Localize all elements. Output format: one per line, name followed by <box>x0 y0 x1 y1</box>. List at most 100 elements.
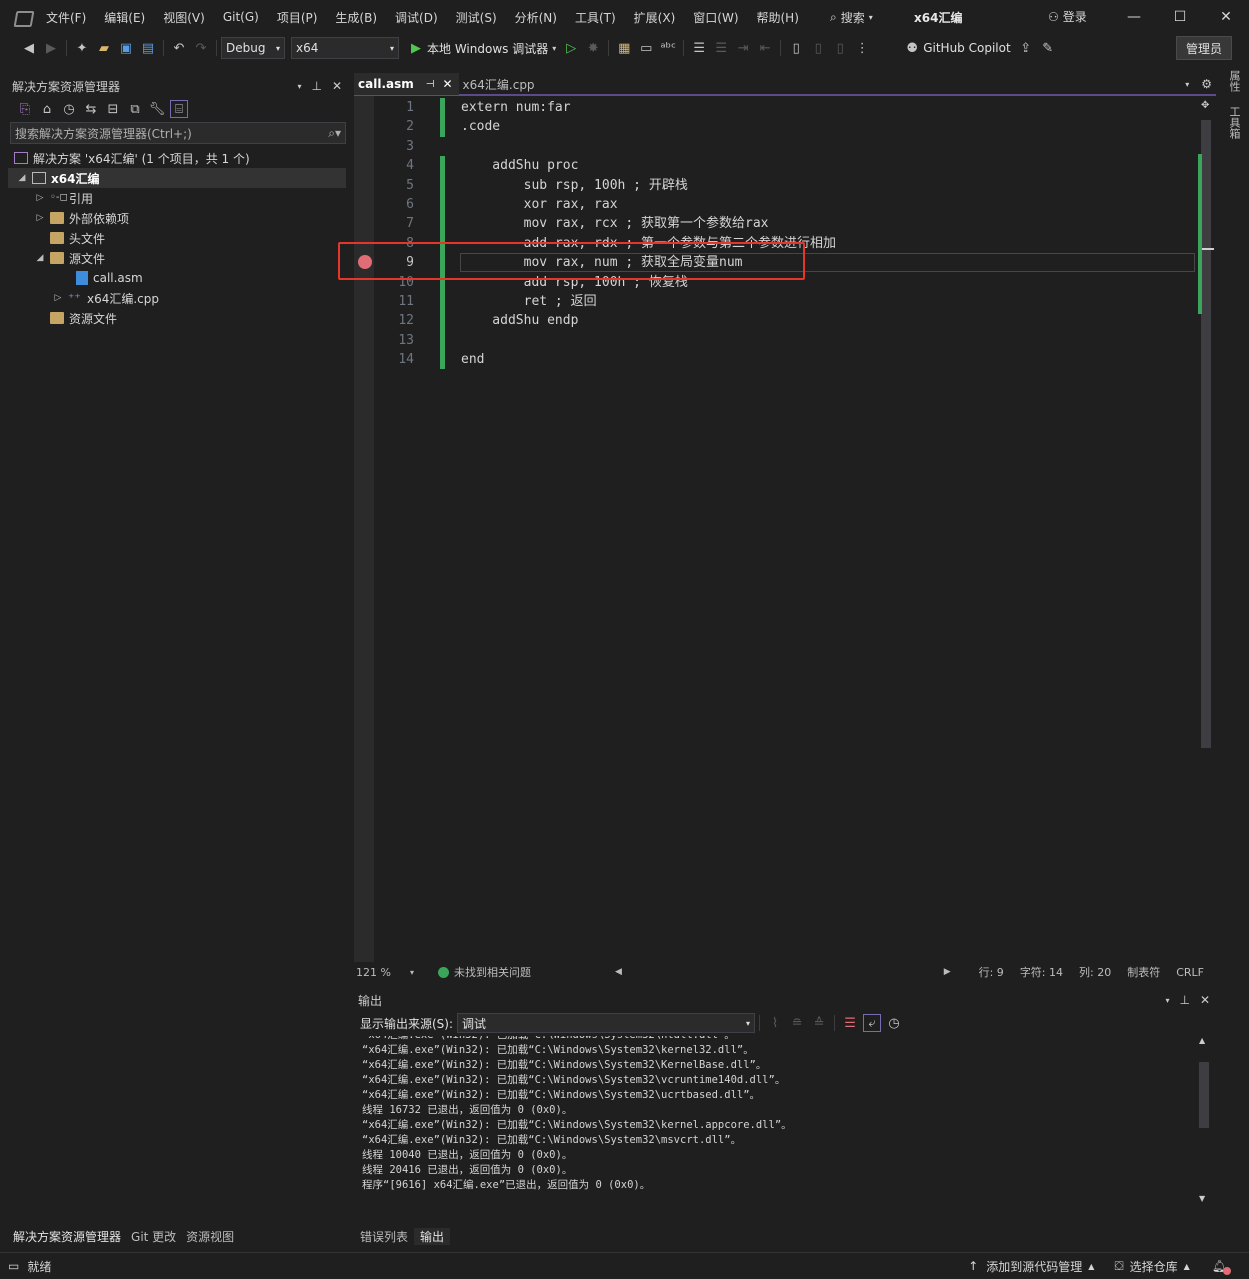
scroll-up-icon[interactable]: ▲ <box>1199 1036 1205 1045</box>
source-control-button[interactable]: ↑ 添加到源代码管理 ▲ <box>968 1258 1094 1275</box>
hot-reload-icon[interactable]: ✸ <box>584 39 602 57</box>
browse-icon[interactable]: ▦ <box>615 39 633 57</box>
bookmark-icon[interactable]: ▯ <box>787 39 805 57</box>
show-all-files-icon[interactable]: ⧉ <box>126 100 144 118</box>
menu-item[interactable]: 工具(T) <box>566 0 625 34</box>
indent-mode[interactable]: 制表符 <box>1127 964 1160 980</box>
copilot-button[interactable]: GitHub Copilot <box>923 41 1010 55</box>
line-indicator[interactable]: 行: 9 <box>979 964 1004 980</box>
tab-git-changes[interactable]: Git 更改 <box>126 1228 181 1245</box>
home-icon[interactable]: ⌂ <box>38 100 56 118</box>
menu-item[interactable]: 文件(F) <box>46 0 95 34</box>
close-icon[interactable]: ✕ <box>442 77 452 91</box>
collapsed-arrow-icon[interactable]: ▷ <box>34 193 46 203</box>
eol-mode[interactable]: CRLF <box>1176 966 1204 979</box>
collapse-all-icon[interactable]: ⊟ <box>104 100 122 118</box>
chevron-down-icon[interactable]: ▾ <box>552 44 556 53</box>
preview-icon[interactable]: ⌸ <box>170 100 188 118</box>
tree-item-cpp[interactable]: ▷ ⁺⁺ x64汇编.cpp <box>8 288 346 308</box>
menu-item[interactable]: 帮助(H) <box>748 0 808 34</box>
indent-icon[interactable]: ⇥ <box>734 39 752 57</box>
issues-indicator[interactable]: 未找到相关问题 <box>438 964 531 980</box>
collapsed-arrow-icon[interactable]: ▷ <box>52 293 64 303</box>
prev-message-icon[interactable]: ≘ <box>788 1014 806 1032</box>
menu-item[interactable]: 项目(P) <box>268 0 327 34</box>
output-vertical-scrollbar[interactable]: ▲ ▼ <box>1196 1036 1212 1212</box>
code-line[interactable] <box>461 331 836 350</box>
next-bookmark-icon[interactable]: ▯ <box>831 39 849 57</box>
code-line[interactable]: xor rax, rax <box>461 195 836 214</box>
gear-icon[interactable]: ⚙ <box>1201 77 1212 91</box>
forward-icon[interactable]: ▶ <box>42 39 60 57</box>
share-icon[interactable]: ⇪ <box>1017 39 1035 57</box>
code-line[interactable]: extern num:far <box>461 98 836 117</box>
chevron-down-icon[interactable]: ▾ <box>1165 996 1169 1005</box>
tab-error-list[interactable]: 错误列表 <box>354 1228 414 1245</box>
chevron-down-icon[interactable]: ▾ <box>297 82 301 91</box>
scrollbar-thumb[interactable] <box>1201 120 1211 748</box>
history-icon[interactable]: ◷ <box>60 100 78 118</box>
sync-icon[interactable]: ⇆ <box>82 100 100 118</box>
menu-item[interactable]: Git(G) <box>214 0 268 34</box>
expanded-arrow-icon[interactable]: ◢ <box>16 173 28 183</box>
tab-properties[interactable]: 属性 <box>1226 70 1242 92</box>
pin-icon[interactable]: ⊥ <box>1179 993 1189 1007</box>
save-icon[interactable]: ▣ <box>117 39 135 57</box>
start-debug-icon[interactable]: ▶ <box>407 39 425 57</box>
code-line[interactable]: sub rsp, 100h ; 开辟栈 <box>461 176 836 195</box>
feedback-icon[interactable]: ✎ <box>1039 39 1057 57</box>
tree-item-external-deps[interactable]: ▷ 外部依赖项 <box>8 208 346 228</box>
code-line[interactable]: addShu proc <box>461 156 836 175</box>
menu-item[interactable]: 扩展(X) <box>625 0 685 34</box>
properties-icon[interactable]: 🔧︎ <box>148 100 166 118</box>
toolbar-overflow-icon[interactable]: ⋮ <box>853 39 871 57</box>
spellcheck-icon[interactable]: ᵃᵇᶜ <box>659 39 677 57</box>
redo-icon[interactable]: ↷ <box>192 39 210 57</box>
uncomment-icon[interactable]: ☰ <box>712 39 730 57</box>
solution-explorer-search[interactable]: 搜索解决方案资源管理器(Ctrl+;) ⌕▾ <box>10 122 346 144</box>
next-message-icon[interactable]: ≙ <box>810 1014 828 1032</box>
editor-vertical-scrollbar[interactable]: ✥ <box>1198 96 1214 962</box>
code-editor[interactable]: 1 2 3 4 5 6 7 8 9 10 11 12 13 14 extern num:far .code … <box>354 96 1198 962</box>
scroll-left-icon[interactable]: ◀ <box>615 967 622 977</box>
new-project-icon[interactable]: ✦ <box>73 39 91 57</box>
find-message-icon[interactable]: ⌇ <box>766 1014 784 1032</box>
tree-item-call-asm[interactable]: call.asm <box>8 268 346 288</box>
output-log[interactable]: “x64汇编.exe”(Win32): 已加载“C:\Windows\Syste… <box>362 1036 1192 1202</box>
save-all-icon[interactable]: ▤ <box>139 39 157 57</box>
outdent-icon[interactable]: ⇤ <box>756 39 774 57</box>
close-icon[interactable]: ✕ <box>332 79 342 93</box>
expanded-arrow-icon[interactable]: ◢ <box>34 253 46 263</box>
comment-icon[interactable]: ☰ <box>690 39 708 57</box>
menu-item[interactable]: 编辑(E) <box>95 0 154 34</box>
scroll-right-icon[interactable]: ▶ <box>944 967 951 977</box>
notification-bell-icon[interactable]: 🔔︎ <box>1212 1259 1231 1275</box>
scrollbar-thumb[interactable] <box>1199 1062 1209 1128</box>
col-indicator[interactable]: 列: 20 <box>1079 964 1111 980</box>
char-indicator[interactable]: 字符: 14 <box>1020 964 1063 980</box>
tab-solution-explorer[interactable]: 解决方案资源管理器 <box>8 1228 126 1245</box>
platform-select[interactable]: x64 ▾ <box>291 37 399 59</box>
tree-item-solution[interactable]: 解决方案 'x64汇编' (1 个项目，共 1 个) <box>8 148 346 168</box>
back-icon[interactable]: ◀ <box>20 39 38 57</box>
code-line[interactable]: .code <box>461 117 836 136</box>
code-line[interactable]: addShu endp <box>461 311 836 330</box>
minimize-button[interactable]: — <box>1111 0 1157 34</box>
code-line[interactable]: ret ; 返回 <box>461 292 836 311</box>
start-without-debug-icon[interactable]: ▷ <box>562 39 580 57</box>
menu-item[interactable]: 调试(D) <box>386 0 447 34</box>
tab-toolbox[interactable]: 工具箱 <box>1226 106 1242 139</box>
clear-all-icon[interactable]: ☰ <box>841 1014 859 1032</box>
pin-icon[interactable]: ⊣ <box>426 79 435 90</box>
code-line[interactable]: mov rax, rcx ; 获取第一个参数给rax <box>461 214 836 233</box>
pin-icon[interactable]: ⊥ <box>311 79 321 93</box>
collapsed-arrow-icon[interactable]: ▷ <box>34 213 46 223</box>
menu-item[interactable]: 窗口(W) <box>684 0 747 34</box>
scroll-down-icon[interactable]: ▼ <box>1199 1194 1205 1203</box>
tree-item-project[interactable]: ◢ x64汇编 <box>8 168 346 188</box>
tab-resource-view[interactable]: 资源视图 <box>181 1228 239 1245</box>
maximize-button[interactable]: ☐ <box>1157 0 1203 34</box>
tree-item-resources[interactable]: 资源文件 <box>8 308 346 328</box>
tab-output[interactable]: 输出 <box>414 1227 451 1245</box>
word-wrap-icon[interactable]: ⤶ <box>863 1014 882 1032</box>
